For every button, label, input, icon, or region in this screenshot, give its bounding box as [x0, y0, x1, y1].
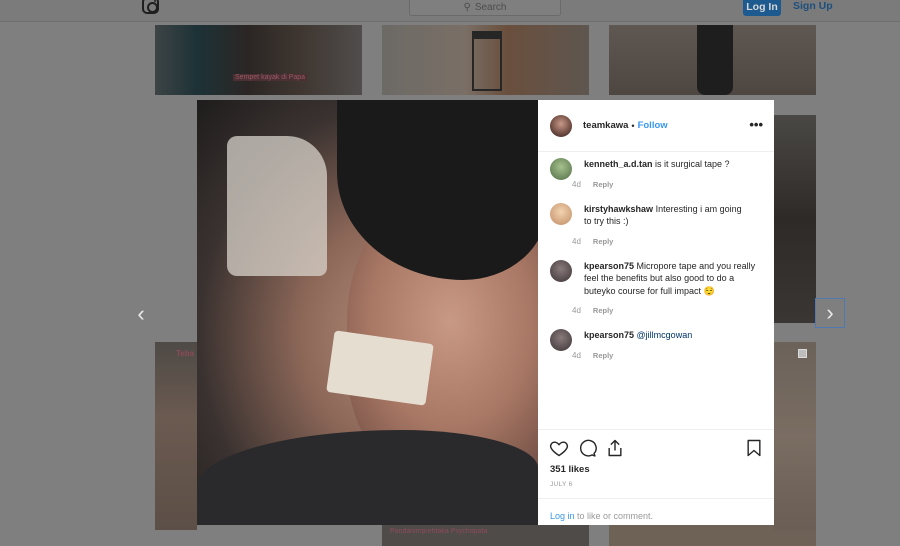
separator-dot: • [631, 120, 635, 131]
post-author-username[interactable]: teamkawa [583, 120, 628, 131]
thumbnail-caption: Teba [176, 349, 195, 358]
grid-post-thumbnail[interactable] [774, 342, 816, 530]
thumbnail-caption: Pandanimprehtaka Psychopata [390, 528, 488, 535]
grid-post-thumbnail[interactable]: Pandanimprehtaka Psychopata [382, 525, 589, 546]
comment-age: 4d [572, 236, 581, 246]
likes-count[interactable]: 351 likes [550, 464, 590, 475]
top-navigation-bar: ⚲ Search Log In Sign Up [0, 0, 900, 22]
comment-age: 4d [572, 306, 581, 315]
more-options-icon[interactable]: ••• [749, 117, 763, 132]
post-actions-section: 351 likes JULY 6 Log in to like or comme… [538, 429, 774, 525]
comment-username[interactable]: kirstyhawkshaw [584, 204, 653, 214]
comment-item: kirstyhawkshaw Interesting i am going to… [550, 202, 762, 246]
grid-post-thumbnail[interactable]: Sempet kayak di Papa [155, 25, 362, 95]
action-icons [549, 438, 625, 458]
previous-post-arrow-icon[interactable]: ‹ [132, 303, 150, 325]
comment-icon[interactable] [577, 438, 597, 458]
grid-post-thumbnail[interactable] [382, 25, 589, 95]
grid-post-thumbnail[interactable] [774, 115, 816, 323]
comment-mention-link[interactable]: @jillmcgowan [637, 330, 693, 340]
post-photo[interactable] [197, 100, 538, 525]
post-date: JULY 6 [550, 481, 573, 488]
log-in-link[interactable]: Log in [550, 511, 575, 521]
comment-age: 4d [572, 179, 581, 189]
post-sidebar: teamkawa • Follow ••• kenneth_a.d.tan is… [538, 100, 774, 525]
comment-text: is it surgical tape ? [655, 159, 730, 169]
follow-button[interactable]: Follow [638, 120, 668, 131]
log-in-button[interactable]: Log In [743, 0, 781, 16]
avatar[interactable] [550, 259, 572, 282]
comment-item: kpearson75 Micropore tape and you really… [550, 259, 762, 315]
sign-up-link[interactable]: Sign Up [793, 0, 833, 12]
grid-post-thumbnail[interactable] [609, 25, 816, 95]
reply-button[interactable]: Reply [593, 180, 613, 189]
comment-item: kenneth_a.d.tan is it surgical tape ? 4d… [550, 158, 762, 189]
avatar[interactable] [550, 114, 572, 137]
thumbnail-caption: Sempet kayak di Papa [233, 74, 308, 81]
comments-list[interactable]: kenneth_a.d.tan is it surgical tape ? 4d… [538, 152, 774, 429]
instagram-logo-icon[interactable] [142, 0, 159, 14]
next-post-arrow-icon[interactable]: › [815, 298, 845, 328]
share-icon[interactable] [605, 438, 625, 458]
post-modal: teamkawa • Follow ••• kenneth_a.d.tan is… [197, 100, 774, 525]
login-prompt: Log in to like or comment. [538, 498, 774, 526]
avatar[interactable] [550, 158, 572, 180]
login-prompt-text: to like or comment. [574, 511, 654, 521]
bookmark-icon[interactable] [744, 438, 764, 458]
reply-button[interactable]: Reply [593, 237, 613, 246]
comment-age: 4d [572, 350, 581, 360]
heart-icon[interactable] [549, 438, 569, 458]
search-input[interactable]: ⚲ Search [409, 0, 561, 16]
comment-username[interactable]: kenneth_a.d.tan [584, 159, 653, 169]
reply-button[interactable]: Reply [593, 351, 613, 360]
reply-button[interactable]: Reply [593, 306, 613, 315]
carousel-indicator-icon [798, 349, 807, 358]
comment-item: kpearson75 @jillmcgowan 4d Reply [550, 329, 762, 360]
avatar[interactable] [550, 202, 572, 225]
comment-username[interactable]: kpearson75 [584, 261, 634, 271]
search-placeholder: Search [474, 1, 507, 13]
search-icon: ⚲ [463, 1, 471, 13]
avatar[interactable] [550, 329, 572, 351]
post-header: teamkawa • Follow ••• [538, 100, 774, 152]
grid-post-thumbnail[interactable]: Teba [155, 342, 197, 530]
comment-username[interactable]: kpearson75 [584, 330, 634, 340]
